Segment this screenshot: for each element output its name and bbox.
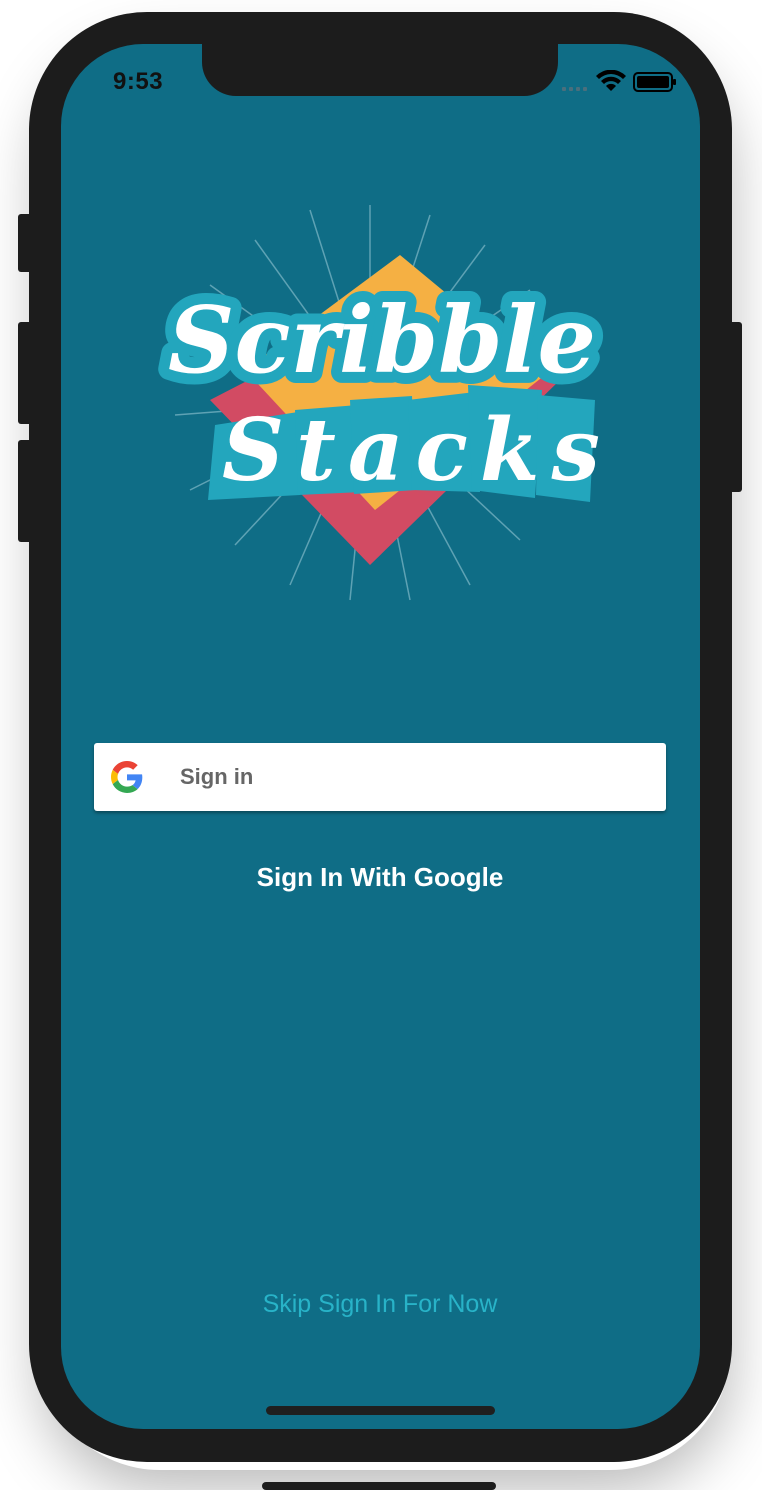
sign-in-label: Sign in	[180, 764, 254, 789]
status-icons	[560, 69, 680, 96]
volume-down-button	[18, 440, 32, 542]
sign-in-with-google-text: Sign In With Google	[256, 862, 504, 892]
wifi-icon	[596, 69, 626, 91]
scribble-stacks-logo: Scribble Scribble Stacks	[150, 200, 620, 610]
battery-icon	[633, 72, 676, 92]
cellular-signal-icon	[562, 87, 587, 91]
logo-stacks-text: Stacks	[222, 400, 612, 501]
logo-scribble-text: Scribble	[168, 286, 596, 394]
mute-switch	[18, 214, 32, 272]
device-bottom-edge	[262, 1482, 496, 1490]
google-g-icon	[111, 761, 143, 793]
volume-up-button	[18, 322, 32, 424]
skip-sign-in-link[interactable]: Skip Sign In For Now	[180, 1290, 580, 1319]
home-indicator[interactable]	[266, 1406, 495, 1415]
status-time: 9:53	[113, 68, 164, 95]
google-sign-in-button[interactable]: Sign in	[94, 743, 666, 811]
power-button	[728, 322, 742, 492]
notch	[202, 44, 558, 96]
